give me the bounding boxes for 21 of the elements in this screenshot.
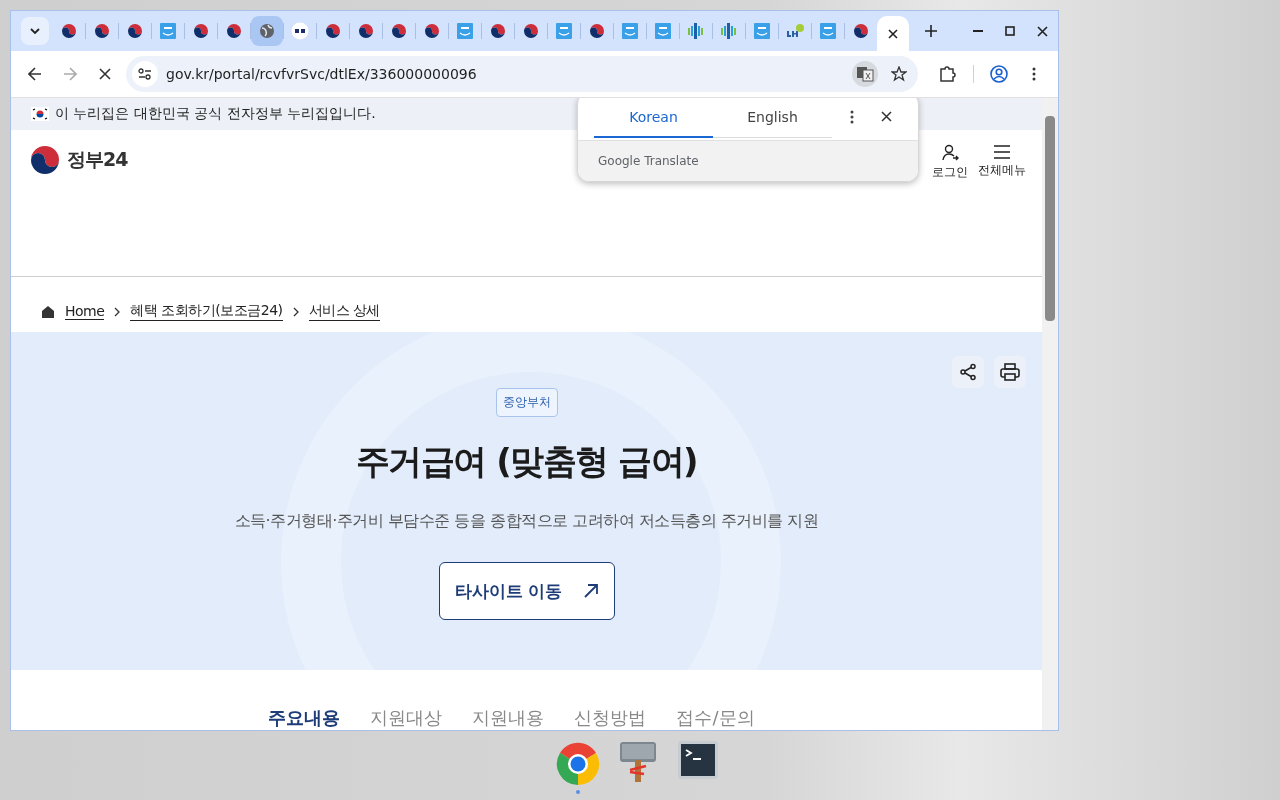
section-tab[interactable]: 접수/문의 xyxy=(676,706,755,730)
language-tab[interactable]: English xyxy=(713,98,832,138)
service-description: 소득·주거형태·주거비 부담수준 등을 종합적으로 고려하여 저소득층의 주거비를 지원 xyxy=(234,511,819,533)
breadcrumb-link[interactable]: Home xyxy=(65,303,105,321)
breadcrumb-link[interactable]: 혜택 조회하기(보조금24) xyxy=(130,302,283,322)
service-title: 주거급여 (맞춤형 급여) xyxy=(355,440,698,484)
breadcrumb-link[interactable]: 서비스 상세 xyxy=(308,302,380,322)
url-text: gov.kr/portal/rcvfvrSvc/dtlEx/336000000096 xyxy=(166,66,478,82)
category-tag: 중앙부처 xyxy=(495,388,558,418)
header-link[interactable]: 전체메뉴 xyxy=(978,143,1026,181)
section-tab[interactable]: 지원대상 xyxy=(370,706,443,730)
language-tab[interactable]: Korean xyxy=(594,98,713,138)
section-tab[interactable]: 신청방법 xyxy=(574,706,647,730)
section-tab[interactable]: 주요내용 xyxy=(268,706,341,730)
external-site-button[interactable]: 타사이트 이동 xyxy=(438,562,615,621)
site-logo[interactable]: 정부24 xyxy=(29,143,128,176)
translate-branding: Google Translate xyxy=(598,154,699,168)
header-link[interactable]: 로그인 xyxy=(932,143,968,181)
official-site-notice: 이 누리집은 대한민국 공식 전자정부 누리집입니다. xyxy=(55,104,376,123)
address-bar[interactable]: gov.kr/portal/rcvfvrSvc/dtlEx/336000000096 xyxy=(126,56,919,92)
section-tab[interactable]: 지원내용 xyxy=(472,706,545,730)
